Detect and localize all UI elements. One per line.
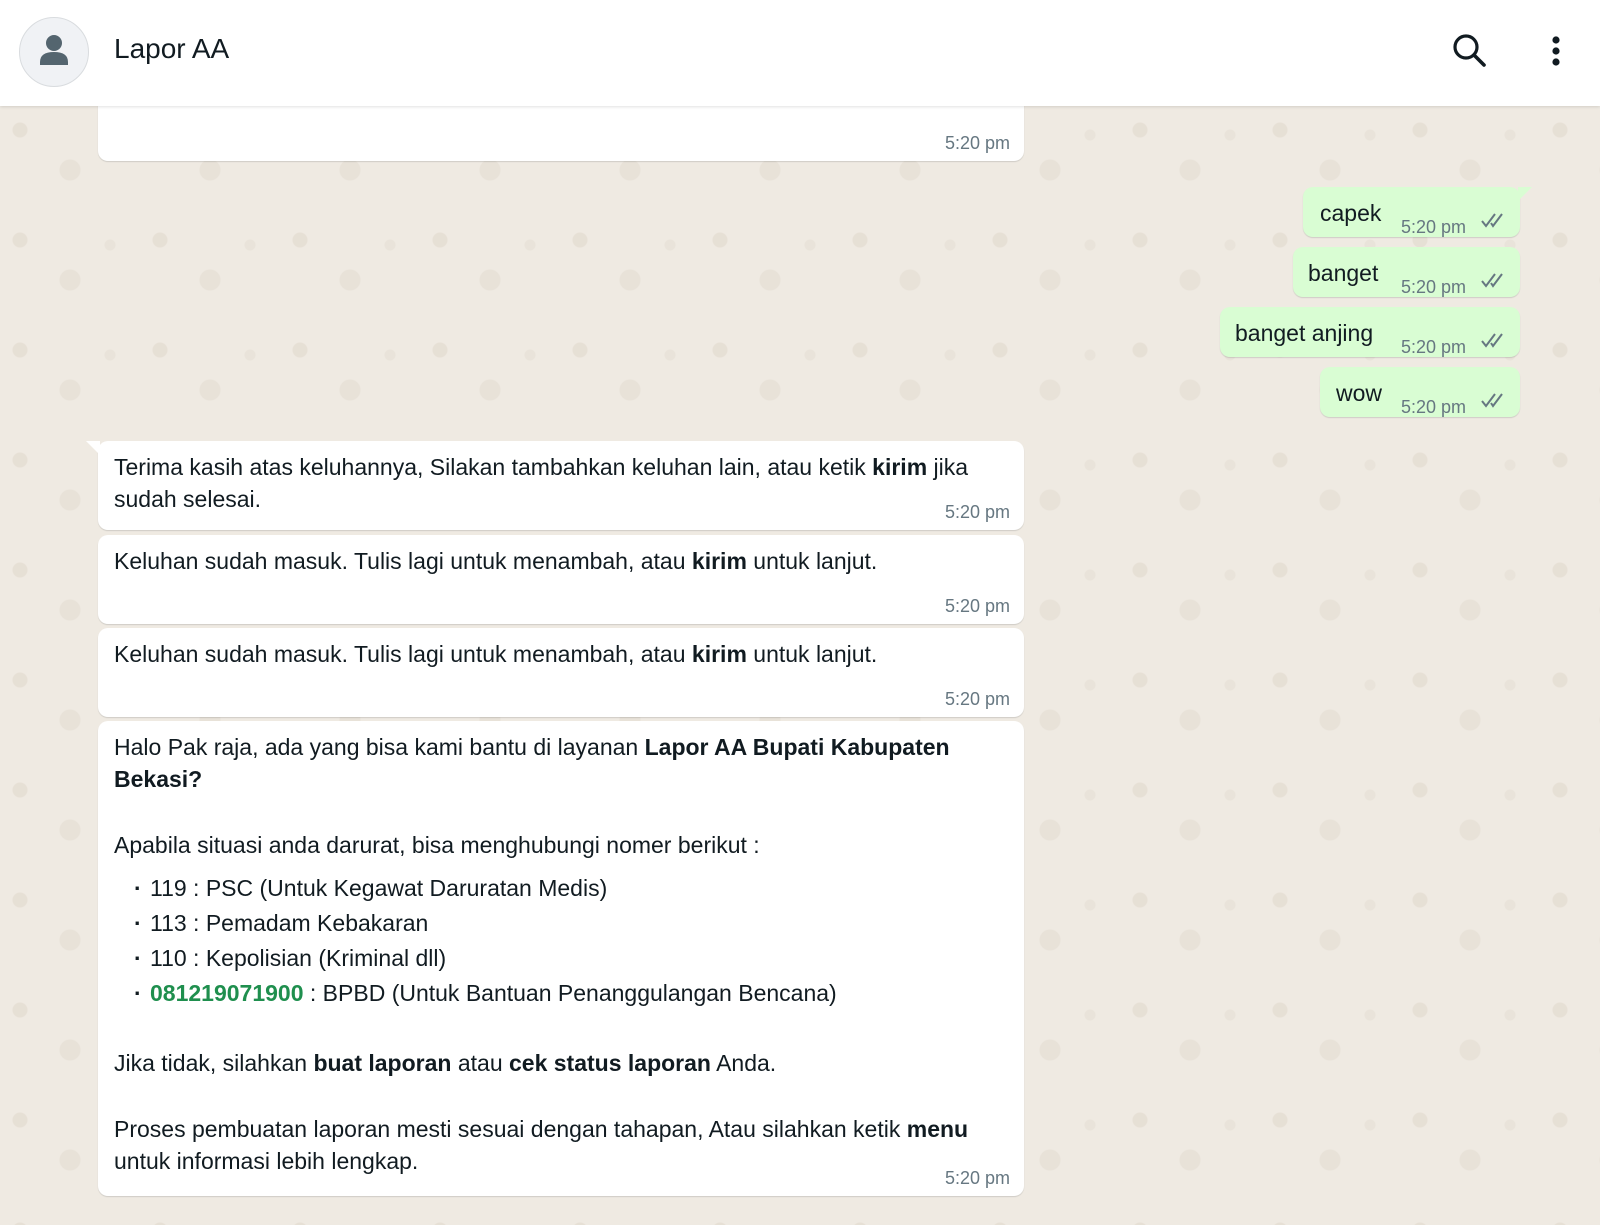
message-text: Keluhan sudah masuk. Tulis lagi untuk me… bbox=[114, 545, 1008, 577]
text-segment: untuk lanjut. bbox=[746, 548, 878, 574]
phone-link[interactable]: 081219071900 bbox=[150, 980, 304, 1006]
keyword-kirim: kirim bbox=[691, 641, 747, 667]
search-button[interactable] bbox=[1449, 30, 1491, 72]
number-description: : Pemadam Kebakaran bbox=[186, 910, 429, 936]
message-time: 5:20 pm bbox=[1401, 337, 1467, 357]
search-icon bbox=[1453, 34, 1486, 67]
message-time: 5:20 pm bbox=[1401, 397, 1467, 417]
list-item: 119 : PSC (Untuk Kegawat Daruratan Medis… bbox=[134, 871, 1008, 906]
text-segment: Jika tidak, silahkan bbox=[114, 1050, 314, 1076]
message-time: 5:20 pm bbox=[944, 502, 1010, 522]
list-item: 110 : Kepolisian (Kriminal dll) bbox=[134, 941, 1008, 976]
text-segment: Terima kasih atas keluhannya, Silakan ta… bbox=[114, 454, 873, 480]
keyword-kirim: kirim bbox=[872, 454, 928, 480]
message-text: Terima kasih atas keluhannya, Silakan ta… bbox=[114, 451, 1008, 515]
message-time: 5:20 pm bbox=[944, 1168, 1010, 1188]
keyword-cek-status: cek status laporan bbox=[509, 1050, 711, 1076]
outgoing-message[interactable]: wow 5:20 pm bbox=[1320, 367, 1520, 417]
list-item: 081219071900 : BPBD (Untuk Bantuan Penan… bbox=[134, 976, 1008, 1011]
text-segment: Proses pembuatan laporan mesti sesuai de… bbox=[114, 1116, 907, 1142]
emergency-number: 113 bbox=[150, 910, 187, 936]
incoming-message[interactable]: Keluhan sudah masuk. Tulis lagi untuk me… bbox=[98, 628, 1024, 717]
chat-title[interactable]: Lapor AA bbox=[114, 33, 229, 65]
emergency-number: 110 bbox=[150, 945, 187, 971]
message-text: banget bbox=[1308, 260, 1379, 286]
text-segment: atau bbox=[451, 1050, 509, 1076]
incoming-message-greeting[interactable]: Halo Pak raja, ada yang bisa kami bantu … bbox=[98, 721, 1024, 1196]
more-vertical-icon bbox=[1552, 36, 1560, 66]
message-text: capek bbox=[1320, 200, 1382, 226]
text-segment: Keluhan sudah masuk. Tulis lagi untuk me… bbox=[114, 641, 692, 667]
outgoing-message[interactable]: capek 5:20 pm bbox=[1303, 187, 1532, 237]
message-text: banget anjing bbox=[1235, 320, 1374, 346]
double-check-icon bbox=[1481, 213, 1503, 228]
number-description: : PSC (Untuk Kegawat Daruratan Medis) bbox=[186, 875, 608, 901]
message-time: 5:20 pm bbox=[944, 689, 1010, 709]
message-time: 5:20 pm bbox=[944, 133, 1010, 153]
keyword-buat-laporan: buat laporan bbox=[313, 1050, 452, 1076]
number-description: : BPBD (Untuk Bantuan Penanggulangan Ben… bbox=[303, 980, 837, 1006]
text-segment: Anda. bbox=[710, 1050, 777, 1076]
emergency-number-list: 119 : PSC (Untuk Kegawat Daruratan Medis… bbox=[134, 871, 1008, 1011]
message-time: 5:20 pm bbox=[944, 596, 1010, 616]
incoming-message[interactable]: Keluhan sudah masuk. Tulis lagi untuk me… bbox=[98, 535, 1024, 624]
greeting-intro: Halo Pak raja, ada yang bisa kami bantu … bbox=[114, 731, 1008, 795]
double-check-icon bbox=[1481, 273, 1503, 288]
keyword-menu: menu bbox=[906, 1116, 969, 1142]
more-options-button[interactable] bbox=[1535, 30, 1577, 72]
message-text: wow bbox=[1336, 380, 1383, 406]
chat-header: Lapor AA bbox=[0, 0, 1600, 106]
message-time: 5:20 pm bbox=[1401, 277, 1467, 297]
double-check-icon bbox=[1481, 393, 1503, 408]
list-item: 113 : Pemadam Kebakaran bbox=[134, 906, 1008, 941]
message-time: 5:20 pm bbox=[1401, 217, 1467, 237]
person-icon bbox=[40, 35, 68, 65]
report-line: Jika tidak, silahkan buat laporan atau c… bbox=[114, 1047, 1008, 1079]
outgoing-message[interactable]: banget anjing 5:20 pm bbox=[1220, 307, 1520, 357]
emergency-line: Apabila situasi anda darurat, bisa mengh… bbox=[114, 832, 760, 858]
process-line: Proses pembuatan laporan mesti sesuai de… bbox=[114, 1113, 1008, 1177]
text-segment: untuk lanjut. bbox=[746, 641, 878, 667]
contact-avatar[interactable] bbox=[19, 17, 89, 87]
text-segment: Keluhan sudah masuk. Tulis lagi untuk me… bbox=[114, 548, 692, 574]
double-check-icon bbox=[1481, 333, 1503, 348]
outgoing-message[interactable]: banget 5:20 pm bbox=[1293, 247, 1520, 297]
keyword-kirim: kirim bbox=[691, 548, 747, 574]
emergency-number: 119 bbox=[150, 875, 187, 901]
text-segment: untuk informasi lebih lengkap. bbox=[114, 1148, 419, 1174]
number-description: : Kepolisian (Kriminal dll) bbox=[186, 945, 447, 971]
message-text: Keluhan sudah masuk. Tulis lagi untuk me… bbox=[114, 638, 1008, 670]
text-segment: Halo Pak raja, ada yang bisa kami bantu … bbox=[114, 734, 645, 760]
incoming-message[interactable]: Terima kasih atas keluhannya, Silakan ta… bbox=[86, 441, 1024, 530]
